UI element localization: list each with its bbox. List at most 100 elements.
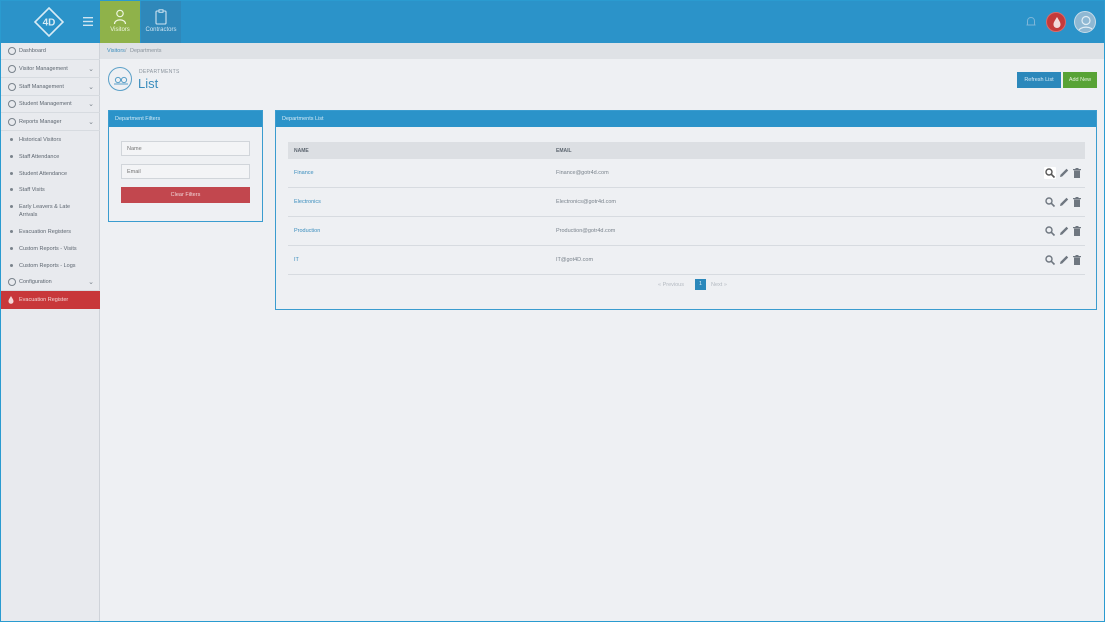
panel-title: Departments List	[282, 116, 324, 122]
refresh-list-button[interactable]: Refresh List	[1017, 72, 1061, 88]
reports-icon	[8, 118, 16, 126]
breadcrumb: Visitors / Departments	[100, 43, 1104, 59]
bell-icon[interactable]	[1024, 15, 1038, 29]
sidebar-subitem-label: Early Leavers & Late Arrivals	[19, 204, 71, 218]
table-row: Finance Finance@gotr4d.com	[288, 159, 1085, 188]
bullet-icon	[10, 138, 13, 141]
edit-pencil-icon[interactable]	[1058, 167, 1070, 179]
delete-trash-icon[interactable]	[1071, 196, 1083, 208]
chevron-down-icon: ⌄	[88, 279, 94, 286]
sidebar-item-dashboard[interactable]: Dashboard	[1, 43, 100, 60]
sidebar-item-label: Staff Management	[19, 84, 64, 90]
clipboard-icon	[155, 9, 167, 25]
bullet-icon	[10, 155, 13, 158]
evacuation-alert-button[interactable]	[1046, 12, 1066, 32]
menu-toggle-icon[interactable]	[83, 16, 95, 28]
sidebar-subitem-label: Evacuation Registers	[19, 229, 71, 235]
edit-pencil-icon[interactable]	[1058, 254, 1070, 266]
pagination: « Previous 1 Next »	[276, 279, 1096, 291]
previous-page-button[interactable]: « Previous	[658, 282, 684, 288]
delete-trash-icon[interactable]	[1071, 167, 1083, 179]
department-name-link[interactable]: Finance	[294, 170, 314, 176]
gear-icon	[8, 278, 16, 286]
sidebar-item-visitor-management[interactable]: Visitor Management ⌄	[1, 61, 100, 78]
delete-trash-icon[interactable]	[1071, 225, 1083, 237]
name-filter-input[interactable]	[121, 141, 250, 156]
view-search-icon[interactable]	[1044, 225, 1056, 237]
email-filter-input[interactable]	[121, 164, 250, 179]
department-email: Electronics@gotr4d.com	[556, 199, 616, 205]
sidebar-item-evacuation-register[interactable]: Evacuation Register	[1, 291, 100, 309]
tab-visitors-label: Visitors	[110, 27, 130, 33]
bullet-icon	[10, 247, 13, 250]
column-header-email[interactable]: EMAIL	[556, 148, 572, 154]
page-title: List	[138, 76, 159, 91]
sidebar-item-reports-manager[interactable]: Reports Manager ⌄	[1, 114, 100, 131]
edit-pencil-icon[interactable]	[1058, 225, 1070, 237]
sidebar-subitem-label: Student Attendance	[19, 171, 68, 177]
view-search-icon[interactable]	[1044, 167, 1056, 179]
tab-contractors-label: Contractors	[145, 27, 177, 33]
departments-icon	[108, 67, 132, 91]
bullet-icon	[10, 205, 13, 208]
sidebar-subitem-label: Custom Reports - Visits	[19, 246, 77, 252]
tab-contractors[interactable]: Contractors	[141, 1, 181, 43]
student-icon	[8, 100, 16, 108]
sidebar-item-label: Configuration	[19, 279, 52, 285]
person-icon	[8, 65, 16, 73]
breadcrumb-separator: /	[125, 48, 127, 54]
tab-visitors[interactable]: Visitors	[100, 1, 140, 43]
view-search-icon[interactable]	[1044, 196, 1056, 208]
column-header-name[interactable]: NAME	[294, 148, 309, 154]
sidebar: Dashboard Visitor Management ⌄ Staff Man…	[1, 43, 100, 621]
page-subtitle: DEPARTMENTS	[139, 69, 180, 75]
bullet-icon	[10, 172, 13, 175]
chevron-down-icon: ⌄	[88, 66, 94, 73]
logo-text: 4D	[43, 18, 56, 29]
department-name-link[interactable]: Production	[294, 228, 320, 234]
department-name-link[interactable]: Electronics	[294, 199, 321, 205]
bullet-icon	[10, 264, 13, 267]
sidebar-subitem-label: Staff Visits	[19, 187, 45, 193]
add-new-button[interactable]: Add New	[1063, 72, 1097, 88]
top-bar: 4D Visitors Contractors	[1, 1, 1104, 43]
blood-drop-icon	[1053, 17, 1061, 28]
view-search-icon[interactable]	[1044, 254, 1056, 266]
sidebar-item-label: Reports Manager	[19, 119, 62, 125]
blood-drop-icon	[8, 296, 14, 304]
sidebar-subitem-label: Staff Attendance	[19, 154, 60, 160]
sidebar-item-label: Visitor Management	[19, 66, 68, 72]
bullet-icon	[10, 230, 13, 233]
chevron-down-icon: ⌄	[88, 84, 94, 91]
next-page-button[interactable]: Next »	[711, 282, 727, 288]
sidebar-item-label: Dashboard	[19, 48, 46, 54]
department-email: Production@gotr4d.com	[556, 228, 616, 234]
department-name-link[interactable]: IT	[294, 257, 299, 263]
panel-title: Department Filters	[115, 116, 161, 122]
sidebar-item-staff-management[interactable]: Staff Management ⌄	[1, 79, 100, 96]
user-avatar[interactable]	[1074, 11, 1096, 33]
breadcrumb-link-visitors[interactable]: Visitors	[107, 48, 125, 54]
bullet-icon	[10, 188, 13, 191]
sidebar-item-student-management[interactable]: Student Management ⌄	[1, 96, 100, 113]
edit-pencil-icon[interactable]	[1058, 196, 1070, 208]
logo-icon[interactable]: 4D	[34, 7, 64, 37]
sidebar-subitem-label: Custom Reports - Logs	[19, 263, 76, 269]
departments-list-panel: Departments List NAME EMAIL Finance Fina…	[275, 110, 1097, 310]
department-filters-panel: Department Filters Clear Filters	[108, 110, 263, 222]
dashboard-icon	[8, 47, 16, 55]
department-email: IT@got4D.com	[556, 257, 594, 263]
clear-filters-button[interactable]: Clear Filters	[121, 187, 250, 203]
panel-header: Departments List	[276, 111, 1096, 127]
delete-trash-icon[interactable]	[1071, 254, 1083, 266]
user-avatar-icon	[1077, 15, 1095, 32]
sidebar-item-label: Evacuation Register	[19, 297, 69, 303]
table-row: IT IT@got4D.com	[288, 246, 1085, 275]
sidebar-item-configuration[interactable]: Configuration ⌄	[1, 274, 100, 291]
breadcrumb-current: Departments	[130, 48, 162, 54]
chevron-down-icon: ⌄	[88, 119, 94, 126]
page-1-button[interactable]: 1	[695, 279, 706, 290]
sidebar-subitem-label: Historical Visitors	[19, 137, 62, 143]
id-card-icon	[8, 83, 16, 91]
department-email: Finance@gotr4d.com	[556, 170, 609, 176]
